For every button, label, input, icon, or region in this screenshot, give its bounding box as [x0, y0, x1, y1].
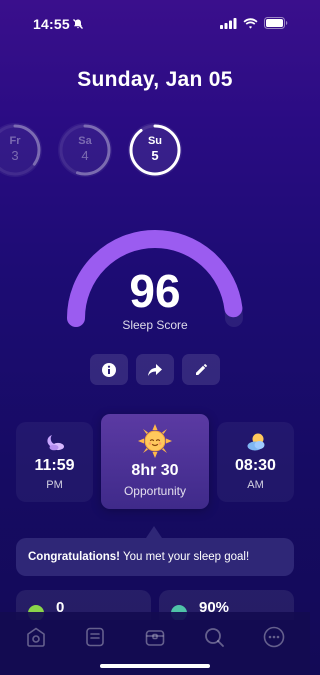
status-indicators [220, 17, 288, 29]
status-bar: 14:55 [0, 0, 310, 44]
tab-more[interactable] [261, 624, 287, 650]
sleep-score-value: 96 [129, 265, 181, 317]
congrats-message: You met your sleep goal! [120, 551, 250, 563]
home-indicator [100, 664, 210, 668]
congrats-heading: Congratulations! [28, 551, 120, 563]
journal-icon [86, 627, 104, 647]
share-icon [148, 363, 162, 376]
day-item-fr[interactable]: Fr 3 [0, 123, 42, 177]
opportunity-value: 8hr 30 [131, 462, 179, 479]
home-icon [27, 627, 45, 647]
wake-time-card[interactable]: 08:30 AM [217, 422, 294, 502]
page-title: Sunday, Jan 05 [77, 68, 233, 91]
wake-time-value: 08:30 [235, 457, 276, 474]
more-icon [263, 626, 285, 648]
opportunity-label: Opportunity [123, 484, 187, 498]
edit-button[interactable] [182, 354, 220, 385]
wifi-icon [243, 17, 258, 29]
search-icon [205, 628, 224, 647]
tab-search[interactable] [201, 624, 227, 650]
sleep-score-label: Sleep Score [122, 318, 188, 332]
cloud-sun-icon [247, 433, 264, 451]
sleep-opportunity-card[interactable]: 8hr 30 Opportunity [101, 414, 209, 509]
tab-library[interactable] [142, 624, 168, 650]
sleep-goal-banner: Congratulations! You met your sleep goal… [16, 538, 294, 576]
moon-icon [46, 435, 64, 451]
tab-home[interactable] [23, 624, 49, 650]
day-name: Fr [9, 135, 21, 147]
status-time: 14:55 [33, 16, 70, 32]
day-name: Su [147, 135, 163, 147]
sun-icon [138, 424, 172, 458]
bedtime-value: 11:59 [34, 457, 75, 474]
day-number: 5 [151, 148, 159, 163]
day-selector[interactable]: Fr 3 Sa 4 Su 5 [0, 117, 310, 183]
share-button[interactable] [136, 354, 174, 385]
wake-time-period: AM [247, 479, 264, 491]
cellular-signal-icon [220, 17, 237, 29]
tab-journal[interactable] [82, 624, 108, 650]
day-item-su[interactable]: Su 5 [128, 123, 182, 177]
banner-pointer [146, 526, 162, 538]
day-number: 4 [81, 148, 89, 163]
day-number: 3 [11, 148, 19, 163]
bell-muted-icon [73, 19, 83, 29]
pencil-icon [195, 364, 207, 375]
battery-icon [264, 17, 288, 29]
bedtime-period: PM [46, 479, 63, 491]
info-icon [102, 362, 116, 377]
chest-icon [145, 630, 165, 646]
bedtime-card[interactable]: 11:59 PM [16, 422, 93, 502]
day-name: Sa [78, 135, 92, 147]
info-button[interactable] [90, 354, 128, 385]
day-item-sa[interactable]: Sa 4 [58, 123, 112, 177]
